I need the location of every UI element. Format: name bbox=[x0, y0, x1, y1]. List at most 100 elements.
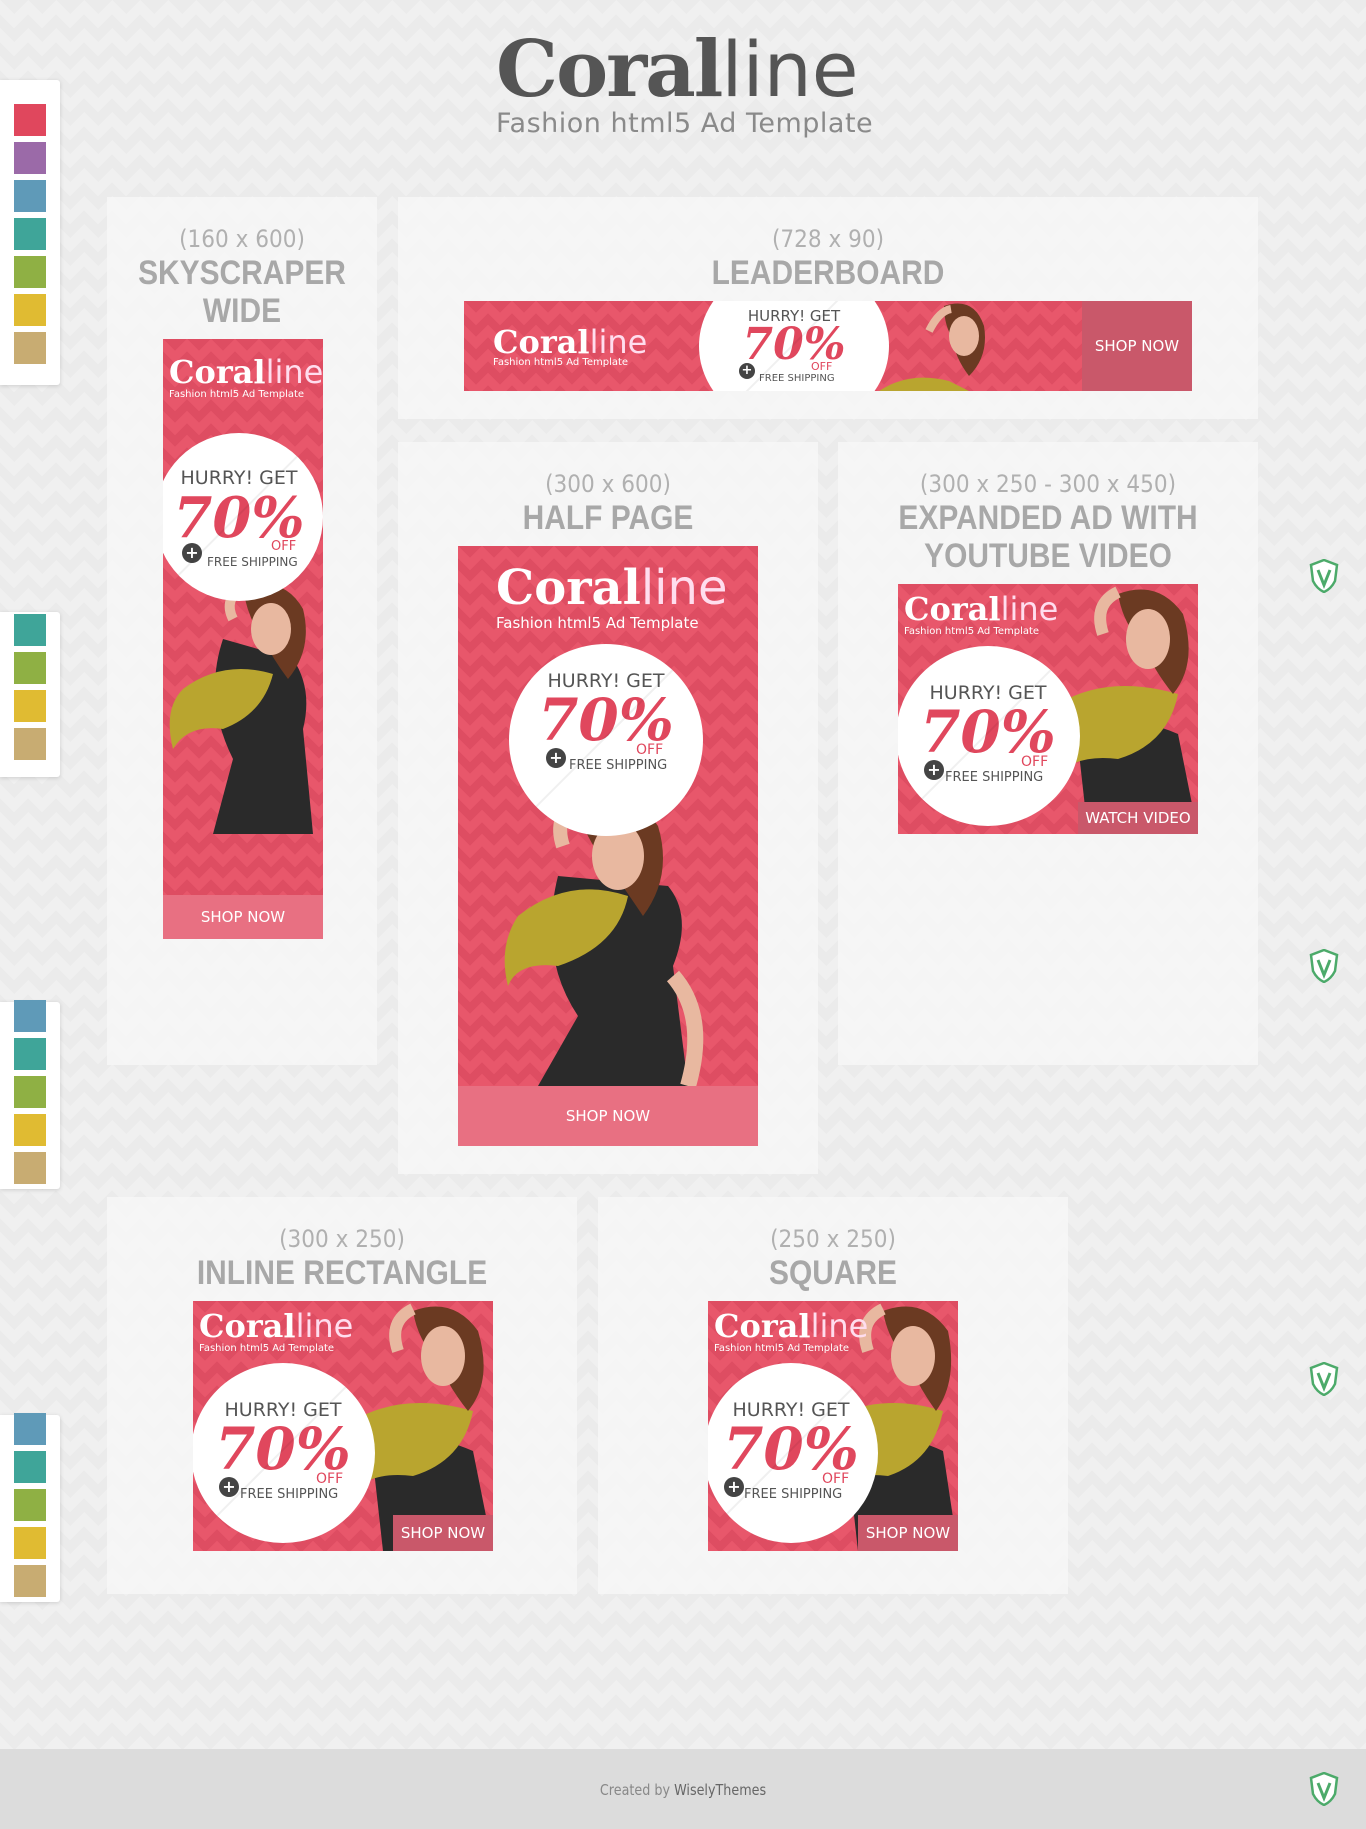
offer-circle: HURRY! GET 70% OFF FREE SHIPPING + bbox=[898, 646, 1080, 826]
color-swatch[interactable] bbox=[14, 142, 46, 174]
offer-off: OFF bbox=[1021, 754, 1049, 770]
color-swatch[interactable] bbox=[14, 294, 46, 326]
ad-half-page[interactable]: Coralline Fashion html5 Ad Template HURR… bbox=[458, 546, 758, 1146]
ad-brand: Coralline bbox=[714, 1307, 868, 1345]
shop-now-button[interactable]: SHOP NOW bbox=[1082, 301, 1192, 391]
panel-title: HALF PAGE bbox=[522, 499, 694, 537]
header-brand-l: l bbox=[721, 25, 743, 114]
color-swatch[interactable] bbox=[14, 256, 46, 288]
ad-expanded[interactable]: Coralline Fashion html5 Ad Template HURR… bbox=[898, 584, 1198, 834]
model-photo bbox=[169, 582, 313, 834]
color-swatch[interactable] bbox=[14, 1413, 46, 1445]
ad-brand: Coralline bbox=[199, 1307, 353, 1345]
ad-brand-light: line bbox=[640, 560, 728, 616]
offer-percent: 70% bbox=[538, 686, 674, 754]
ad-tagline: Fashion html5 Ad Template bbox=[493, 357, 629, 368]
panel-size: (300 x 250 - 300 x 450) bbox=[919, 470, 1177, 498]
offer-free-shipping: FREE SHIPPING bbox=[945, 770, 1044, 785]
offer-percent: 70% bbox=[173, 485, 305, 551]
panel-title: SQUARE bbox=[768, 1254, 898, 1292]
color-swatch[interactable] bbox=[14, 1451, 46, 1483]
header-logo: Coralline Fashion html5 Ad Template bbox=[496, 30, 876, 140]
ad-brand-light: line bbox=[589, 323, 648, 361]
offer-percent: 70% bbox=[215, 1415, 351, 1483]
color-swatch[interactable] bbox=[14, 1565, 46, 1597]
ad-brand-light: line bbox=[295, 1307, 354, 1345]
color-swatch-strip-2 bbox=[0, 612, 60, 777]
color-swatch-strip-3 bbox=[0, 1000, 60, 1189]
offer-circle: HURRY! GET 70% OFF FREE SHIPPING + bbox=[193, 1363, 375, 1543]
panel-title-line-2: WIDE bbox=[202, 292, 282, 330]
ad-square[interactable]: Coralline Fashion html5 Ad Template HURR… bbox=[708, 1301, 958, 1551]
color-swatch[interactable] bbox=[14, 104, 46, 136]
watch-video-button[interactable]: WATCH VIDEO bbox=[1078, 802, 1198, 834]
offer-free-shipping: FREE SHIPPING bbox=[240, 1487, 339, 1502]
offer-free-shipping: FREE SHIPPING bbox=[759, 373, 835, 384]
shop-now-button[interactable]: SHOP NOW bbox=[393, 1515, 493, 1551]
model-photo bbox=[879, 303, 985, 391]
panel-title-line-2: YOUTUBE VIDEO bbox=[924, 537, 1172, 575]
ad-brand-light: line bbox=[265, 353, 323, 391]
ad-tagline: Fashion html5 Ad Template bbox=[904, 626, 1040, 637]
plus-icon: + bbox=[924, 760, 944, 780]
color-swatch[interactable] bbox=[14, 652, 46, 684]
ad-brand: Coralline bbox=[169, 353, 323, 391]
ad-inline-rectangle[interactable]: Coralline Fashion html5 Ad Template HURR… bbox=[193, 1301, 493, 1551]
offer-off: OFF bbox=[811, 360, 833, 373]
header-brand-light: ine bbox=[742, 25, 859, 114]
ad-brand-bold: Coral bbox=[714, 1307, 811, 1345]
offer-off: OFF bbox=[316, 1471, 344, 1487]
plus-icon: + bbox=[739, 363, 755, 379]
panel-title: LEADERBOARD bbox=[711, 254, 945, 292]
footer-created-by: Created by bbox=[599, 1781, 671, 1799]
offer-circle: HURRY! GET 70% OFF FREE SHIPPING + bbox=[708, 1363, 878, 1543]
offer-percent: 70% bbox=[920, 698, 1056, 766]
ad-tagline: Fashion html5 Ad Template bbox=[169, 389, 305, 400]
color-swatch[interactable] bbox=[14, 1114, 46, 1146]
plus-icon: + bbox=[182, 543, 202, 563]
ad-brand: Coralline bbox=[496, 560, 727, 616]
ad-brand-bold: Coral bbox=[493, 323, 590, 361]
panel-title: INLINE RECTANGLE bbox=[196, 1254, 488, 1292]
color-swatch[interactable] bbox=[14, 728, 46, 760]
color-swatch[interactable] bbox=[14, 1038, 46, 1070]
shop-now-button[interactable]: SHOP NOW bbox=[458, 1086, 758, 1146]
footer-credit: Created by WiselyThemes bbox=[102, 1781, 1263, 1799]
color-swatch[interactable] bbox=[14, 1152, 46, 1184]
color-swatch[interactable] bbox=[14, 1527, 46, 1559]
offer-off: OFF bbox=[822, 1471, 850, 1487]
ad-brand-bold: Coral bbox=[496, 560, 641, 616]
offer-circle: HURRY! GET 70% OFF FREE SHIPPING + bbox=[509, 644, 703, 836]
color-swatch[interactable] bbox=[14, 218, 46, 250]
shield-icon bbox=[1309, 1362, 1339, 1396]
panel-title: SKYSCRAPER bbox=[138, 254, 346, 292]
color-swatch[interactable] bbox=[14, 690, 46, 722]
offer-free-shipping: FREE SHIPPING bbox=[569, 758, 668, 773]
plus-icon: + bbox=[546, 748, 566, 768]
ad-skyscraper[interactable]: Coralline Fashion html5 Ad Template HURR… bbox=[163, 339, 323, 939]
shop-now-button[interactable]: SHOP NOW bbox=[858, 1515, 958, 1551]
ad-leaderboard[interactable]: Coralline Fashion html5 Ad Template HURR… bbox=[464, 301, 1192, 391]
ad-brand-bold: Coral bbox=[199, 1307, 296, 1345]
header-tagline: Fashion html5 Ad Template bbox=[496, 108, 874, 139]
header-brand-bold: Coral bbox=[496, 24, 723, 115]
footer-author-link[interactable]: WiselyThemes bbox=[674, 1781, 766, 1799]
panel-size: (728 x 90) bbox=[771, 225, 884, 253]
shield-icon bbox=[1309, 559, 1339, 593]
color-swatch[interactable] bbox=[14, 1000, 46, 1032]
shop-now-button[interactable]: SHOP NOW bbox=[163, 895, 323, 939]
panel-size: (160 x 600) bbox=[179, 225, 305, 253]
ad-brand-light: line bbox=[1000, 590, 1059, 628]
color-swatch-strip-1 bbox=[0, 80, 60, 385]
color-swatch[interactable] bbox=[14, 332, 46, 364]
offer-off: OFF bbox=[636, 742, 664, 758]
header-brand: Coralline bbox=[496, 30, 876, 110]
color-swatch[interactable] bbox=[14, 180, 46, 212]
color-swatch[interactable] bbox=[14, 1489, 46, 1521]
ad-brand-bold: Coral bbox=[904, 590, 1001, 628]
panel-size: (300 x 600) bbox=[545, 470, 671, 498]
color-swatch[interactable] bbox=[14, 1076, 46, 1108]
ad-brand-light: line bbox=[810, 1307, 869, 1345]
offer-free-shipping: FREE SHIPPING bbox=[744, 1487, 843, 1502]
color-swatch[interactable] bbox=[14, 614, 46, 646]
